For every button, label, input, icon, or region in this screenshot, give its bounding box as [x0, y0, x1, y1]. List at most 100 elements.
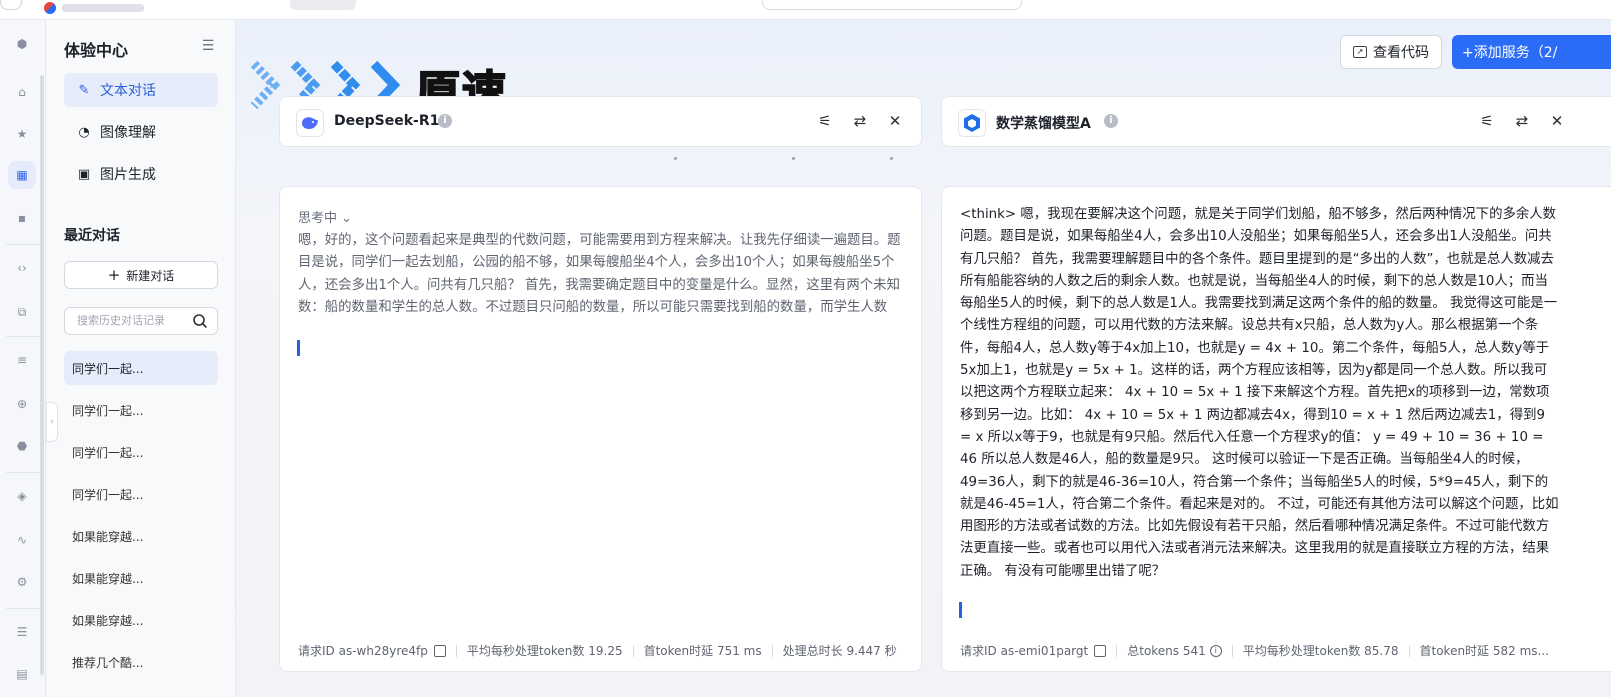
main-area: 原速 ↗ 查看代码 +添加服务（2/ DeepSeek-R1 i ⚟ ⇄ ✕ 数… — [236, 20, 1611, 697]
first-token-latency: 首token时延 751 ms — [643, 644, 762, 658]
icon-rail: ⬢ ⌂ ★ ▦ ▪ ‹› ⧉ ≡ ⊕ ⬣ ◈ ∿ ⚙ ☰ ▤ — [0, 20, 46, 697]
chat-panel-right: <think> 嗯，我现在要解决这个问题，就是关于同学们划船，船不够多，然后两种… — [941, 186, 1611, 672]
cube-icon[interactable]: ⬢ — [14, 36, 30, 52]
stats-bar: 请求ID as-wh28yre4fp 平均每秒处理token数 19.25 首t… — [298, 642, 897, 659]
nav-label: 图片生成 — [100, 167, 156, 183]
copy-icon[interactable] — [433, 644, 446, 657]
history-item[interactable]: 推荐几个酷... — [64, 645, 218, 679]
request-id: 请求ID as-wh28yre4fp — [298, 644, 428, 658]
info-circle-icon[interactable]: i — [1209, 644, 1222, 657]
info-icon[interactable]: i — [438, 114, 452, 128]
model-name: 数学蒸馏模型A — [996, 116, 1091, 132]
request-id: 请求ID as-emi01pargt — [960, 644, 1089, 658]
browser-back-control[interactable] — [0, 0, 22, 10]
rail-divider — [6, 608, 40, 609]
history-item[interactable]: 同学们一起... — [64, 393, 218, 427]
history-search-input[interactable] — [77, 314, 187, 327]
decor-dot — [674, 157, 677, 160]
decor-dot — [792, 157, 795, 160]
settings-sliders-icon[interactable]: ⚟ — [816, 112, 834, 130]
chat-edit-icon: ✎ — [78, 82, 90, 98]
copy-icon[interactable] — [1094, 644, 1107, 657]
stats-divider — [1231, 644, 1233, 657]
app-logo-icon — [44, 2, 56, 14]
address-bar[interactable] — [762, 0, 1022, 10]
history-item[interactable]: 如果能穿越... — [64, 603, 218, 637]
avg-token-speed: 平均每秒处理token数 85.78 — [1242, 644, 1399, 658]
document-icon[interactable]: ≡ — [14, 352, 30, 368]
image-generate-icon: ▣ — [77, 166, 91, 182]
speed-chevron-icon — [250, 60, 281, 110]
chat-panel-left: 思考中 ⌄ 嗯，好的，这个问题看起来是典型的代数问题，可能需要用到方程来解决。让… — [279, 186, 922, 672]
total-tokens: 总tokens 541 — [1127, 644, 1206, 658]
collapse-menu-icon[interactable]: ☰ — [200, 38, 216, 54]
nav-label: 图像理解 — [100, 125, 156, 141]
history-item[interactable]: 如果能穿越... — [64, 519, 218, 553]
stats-divider — [771, 644, 773, 657]
nav-label: 文本对话 — [100, 83, 156, 99]
nav-image-generation[interactable]: ▣ 图片生成 — [64, 157, 218, 191]
stats-divider — [455, 644, 457, 657]
first-token-latency: 首token时延 582 ms... — [1419, 644, 1549, 658]
close-icon[interactable]: ✕ — [1548, 112, 1566, 130]
stats-bar: 请求ID as-emi01pargt 总tokens 541 i 平均每秒处理t… — [960, 642, 1549, 659]
stats-divider — [1116, 644, 1118, 657]
typing-cursor — [297, 340, 300, 356]
info-icon[interactable]: i — [1104, 114, 1118, 128]
star-box-icon[interactable]: ★ — [14, 126, 30, 142]
history-item[interactable]: 如果能穿越... — [64, 561, 218, 595]
view-code-button[interactable]: ↗ 查看代码 — [1340, 35, 1442, 69]
rail-scrollbar[interactable] — [40, 75, 44, 675]
history-item[interactable]: 同学们一起... — [64, 477, 218, 511]
agent-icon[interactable]: ⬣ — [14, 438, 30, 454]
code-box-icon: ↗ — [1353, 46, 1367, 58]
sidebar: 体验中心 ☰ ✎ 文本对话 ◔ 图像理解 ▣ 图片生成 最近对话 + 新建对话 … — [46, 20, 236, 697]
deepseek-whale-icon — [296, 109, 324, 137]
rail-divider — [6, 244, 40, 245]
nav-image-understanding[interactable]: ◔ 图像理解 — [64, 115, 218, 149]
browser-top-bar — [0, 0, 1611, 20]
sidebar-expand-handle[interactable]: › — [46, 402, 58, 442]
swap-icon[interactable]: ⇄ — [851, 112, 869, 130]
history-item[interactable]: 同学们一起... — [64, 351, 218, 385]
model-name: DeepSeek-R1 — [334, 113, 440, 129]
browser-tab[interactable] — [290, 0, 356, 10]
thinking-toggle[interactable]: 思考中 ⌄ — [298, 207, 352, 226]
new-chat-label: 新建对话 — [126, 268, 175, 283]
message-icon[interactable]: ▪ — [14, 210, 30, 226]
close-icon[interactable]: ✕ — [886, 112, 904, 130]
sidebar-title: 体验中心 — [64, 41, 129, 60]
thinking-label: 思考中 — [298, 211, 338, 226]
math-model-logo-icon — [958, 109, 986, 137]
add-service-button[interactable]: +添加服务（2/ — [1452, 35, 1611, 69]
new-chat-button[interactable]: + 新建对话 — [64, 261, 218, 289]
settings-sliders-icon[interactable]: ⚟ — [1478, 112, 1496, 130]
search-icon[interactable] — [192, 313, 208, 329]
code-icon[interactable]: ‹› — [14, 260, 30, 276]
box-icon[interactable]: ◈ — [14, 488, 30, 504]
reply-text: 嗯，好的，这个问题看起来是典型的代数问题，可能需要用到方程来解决。让我先仔细读一… — [298, 233, 901, 315]
settings-icon[interactable]: ⚙ — [14, 574, 30, 590]
rail-divider — [6, 336, 40, 337]
stats-divider — [632, 644, 634, 657]
model-card-right: 数学蒸馏模型A i ⚟ ⇄ ✕ — [941, 96, 1611, 147]
plus-icon: + — [107, 266, 121, 284]
chevron-down-icon: ⌄ — [337, 211, 353, 226]
history-item[interactable]: 同学们一起... — [64, 435, 218, 469]
avg-token-speed: 平均每秒处理token数 19.25 — [466, 644, 623, 658]
file-icon[interactable]: ▤ — [14, 666, 30, 682]
stats-divider — [1408, 644, 1410, 657]
typing-cursor — [959, 602, 962, 618]
recent-chats-heading: 最近对话 — [64, 228, 120, 244]
swap-icon[interactable]: ⇄ — [1513, 112, 1531, 130]
history-search-box[interactable] — [64, 307, 218, 335]
chart-icon[interactable]: ∿ — [14, 532, 30, 548]
database-icon[interactable]: ☰ — [14, 624, 30, 640]
model-card-left: DeepSeek-R1 i ⚟ ⇄ ✕ — [279, 96, 922, 147]
decor-dot — [890, 157, 893, 160]
home-icon[interactable]: ⌂ — [14, 84, 30, 100]
api-icon[interactable]: ⧉ — [14, 304, 30, 320]
dashboard-icon[interactable]: ▦ — [8, 161, 36, 189]
plugin-icon[interactable]: ⊕ — [14, 396, 30, 412]
nav-text-chat[interactable]: ✎ 文本对话 — [64, 73, 218, 107]
